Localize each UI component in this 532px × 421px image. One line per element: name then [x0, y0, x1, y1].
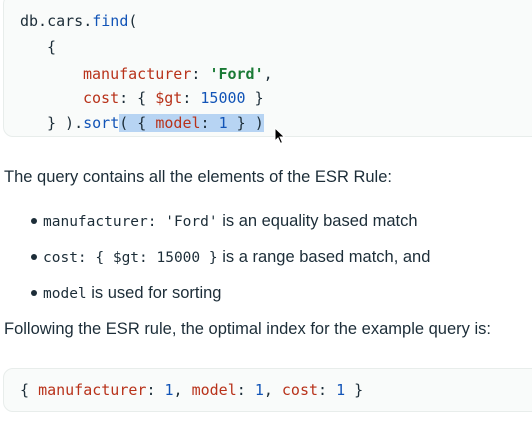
sort-method: sort [83, 114, 120, 132]
ford-string: 'Ford' [209, 65, 264, 83]
code-text: { [20, 381, 39, 399]
code-text: } [345, 381, 364, 399]
bullet-dot [31, 218, 37, 224]
inline-code: cost: { $gt: 15000 } [43, 250, 218, 266]
list-item-text: is used for sorting [86, 284, 222, 302]
list-item: model is used for sorting [43, 282, 221, 305]
cost-key: cost [281, 381, 319, 399]
code-line-5: } ).sort( { model: 1 } ) [47, 113, 264, 133]
list-item: manufacturer: 'Ford' is an equality base… [43, 210, 418, 233]
bullet-dot [31, 290, 37, 296]
number-value: 1 [218, 114, 228, 132]
code-text: : { [119, 89, 156, 107]
code-text: } ). [47, 114, 84, 132]
number-value: 1 [336, 381, 346, 399]
number-value: 15000 [200, 89, 246, 107]
code-line-1: db.cars.find( [20, 11, 137, 31]
list-item-text: is a range based match, and [217, 248, 431, 266]
index-code-block[interactable]: { manufacturer: 1, model: 1, cost: 1 } [3, 368, 532, 412]
bullet-dot [31, 254, 37, 260]
code-text: , [263, 381, 282, 399]
code-text: : [318, 381, 337, 399]
code-text: : [236, 381, 255, 399]
list-item: cost: { $gt: 15000 } is a range based ma… [43, 246, 430, 269]
conclusion-paragraph: Following the ESR rule, the optimal inde… [4, 320, 491, 338]
code-text: , [173, 381, 192, 399]
list-item-text: is an equality based match [217, 212, 418, 230]
query-code-block[interactable]: db.cars.find( { manufacturer: 'Ford', co… [3, 0, 532, 137]
inline-code: model [43, 286, 87, 302]
code-text: : [191, 65, 210, 83]
code-line-2: { [47, 37, 56, 57]
gt-operator: $gt [155, 89, 183, 107]
code-text: { [47, 38, 57, 56]
number-value: 1 [254, 381, 264, 399]
code-line-4: cost: { $gt: 15000 } [83, 88, 264, 108]
index-code-line: { manufacturer: 1, model: 1, cost: 1 } [20, 380, 363, 400]
model-key: model [155, 114, 201, 132]
code-text: : [146, 381, 165, 399]
code-text: ( { [119, 114, 156, 132]
code-text: ( [128, 12, 138, 30]
number-value: 1 [164, 381, 174, 399]
code-text: : [200, 114, 219, 132]
manufacturer-key: manufacturer [38, 381, 147, 399]
code-text: } [245, 89, 264, 107]
manufacturer-key: manufacturer [83, 65, 192, 83]
model-key: model [191, 381, 237, 399]
find-method: find [92, 12, 129, 30]
code-text: : [182, 89, 201, 107]
cost-key: cost [83, 89, 120, 107]
code-text: } ) [227, 114, 264, 132]
intro-paragraph: The query contains all the elements of t… [4, 168, 392, 186]
mouse-pointer-icon [274, 127, 286, 145]
inline-code: manufacturer: 'Ford' [43, 214, 218, 230]
code-text: , [263, 65, 273, 83]
code-line-3: manufacturer: 'Ford', [83, 64, 273, 84]
code-text: db.cars. [20, 12, 93, 30]
selected-text[interactable]: ( { model: 1 } ) [119, 114, 264, 132]
